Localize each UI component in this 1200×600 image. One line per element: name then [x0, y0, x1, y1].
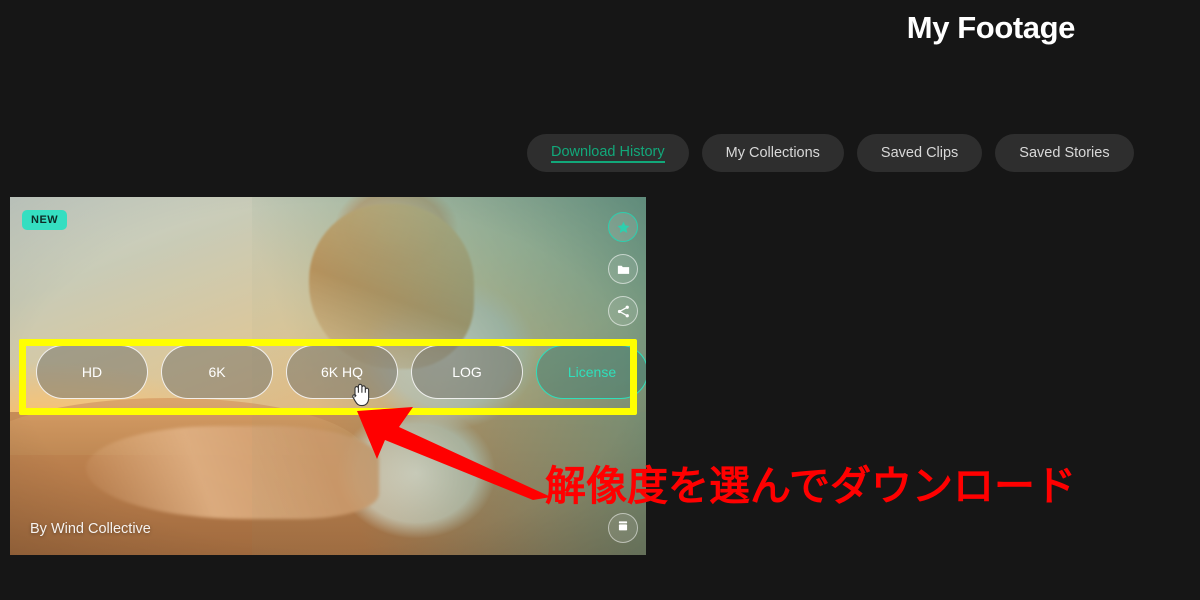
stack-icon	[616, 519, 630, 538]
download-options-row: HD 6K 6K HQ LOG License	[36, 345, 646, 399]
tab-download-history[interactable]: Download History	[527, 134, 689, 172]
tab-saved-clips-label: Saved Clips	[880, 145, 959, 161]
download-6k-button[interactable]: 6K	[161, 345, 273, 399]
add-to-collection-button[interactable]	[608, 254, 638, 284]
status-badge-new: NEW	[22, 210, 68, 230]
tab-download-history-label: Download History	[551, 144, 665, 163]
app-root: My Footage Download History My Collectio…	[0, 0, 1200, 600]
folder-icon	[616, 262, 631, 277]
author-credit: By Wind Collective	[30, 521, 151, 537]
tab-saved-stories[interactable]: Saved Stories	[995, 134, 1134, 172]
similar-clips-button[interactable]	[608, 513, 638, 543]
tab-my-collections[interactable]: My Collections	[701, 134, 844, 172]
share-icon	[616, 304, 631, 319]
card-action-rail	[608, 212, 638, 326]
license-button[interactable]: License	[536, 345, 646, 399]
tab-saved-stories-label: Saved Stories	[1019, 145, 1110, 161]
annotation-text: 解像度を選んでダウンロード	[545, 462, 1076, 510]
page-title: My Footage	[906, 10, 1076, 45]
tab-bar: Download History My Collections Saved Cl…	[527, 134, 1134, 172]
download-hd-button[interactable]: HD	[36, 345, 148, 399]
star-icon	[616, 220, 631, 235]
download-6k-hq-button[interactable]: 6K HQ	[286, 345, 398, 399]
download-log-button[interactable]: LOG	[411, 345, 523, 399]
favorite-button[interactable]	[608, 212, 638, 242]
share-button[interactable]	[608, 296, 638, 326]
tab-saved-clips[interactable]: Saved Clips	[856, 134, 983, 172]
tab-my-collections-label: My Collections	[725, 145, 820, 161]
